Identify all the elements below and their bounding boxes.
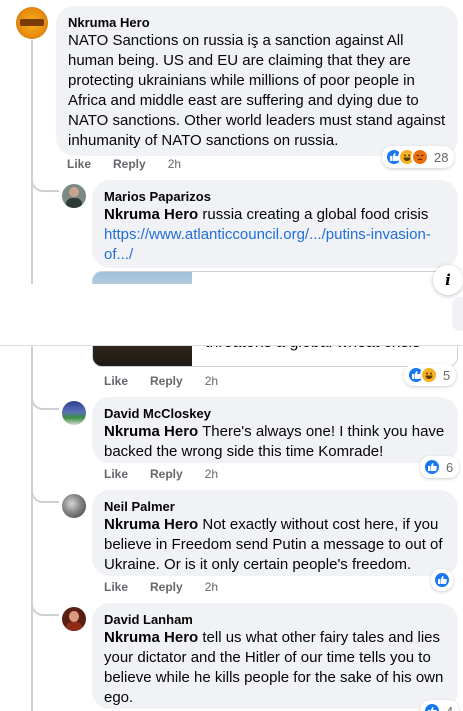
- comment-author[interactable]: Nkruma Hero: [68, 14, 446, 31]
- reply-connector: [31, 396, 59, 410]
- avatar[interactable]: [62, 607, 86, 631]
- avatar[interactable]: [62, 184, 86, 208]
- reply-link[interactable]: Reply: [150, 374, 183, 388]
- reply-text: Nkruma Hero tell us what other fairy tal…: [104, 628, 446, 708]
- reaction-summary[interactable]: 4: [420, 700, 460, 711]
- reply-text: Nkruma Hero Not exactly without cost her…: [104, 515, 446, 575]
- reaction-summary[interactable]: 6: [420, 456, 460, 478]
- like-link[interactable]: Like: [104, 580, 128, 594]
- like-link[interactable]: Like: [104, 374, 128, 388]
- info-icon[interactable]: i: [433, 265, 463, 295]
- reply-link[interactable]: Reply: [150, 467, 183, 481]
- mention-link[interactable]: Nkruma Hero: [104, 516, 198, 533]
- reply-bubble: David Lanham Nkruma Hero tell us what ot…: [92, 603, 458, 709]
- reply-author[interactable]: David Lanham: [104, 611, 446, 628]
- reply-link[interactable]: Reply: [150, 580, 183, 594]
- like-link[interactable]: Like: [104, 467, 128, 481]
- reaction-summary[interactable]: 5: [404, 364, 457, 386]
- haha-icon: [420, 366, 438, 384]
- mention-link[interactable]: Nkruma Hero: [104, 629, 198, 646]
- like-link[interactable]: Like: [67, 157, 91, 171]
- comment-text: NATO Sanctions on russia iş a sanction a…: [68, 32, 446, 149]
- reply-connector: [31, 178, 59, 192]
- reply-actions: Like Reply 2h: [104, 374, 240, 388]
- like-icon: [433, 571, 451, 589]
- reaction-summary[interactable]: 28: [382, 146, 455, 168]
- reply-actions: Like Reply 2h: [104, 580, 240, 594]
- angry-icon: [411, 148, 429, 166]
- reply-link[interactable]: Reply: [113, 157, 146, 171]
- comment-bubble: Nkruma Hero NATO Sanctions on russia iş …: [56, 6, 458, 156]
- timestamp[interactable]: 2h: [205, 374, 218, 388]
- reply-author[interactable]: Marios Paparizos: [104, 188, 446, 205]
- reaction-count: 6: [446, 459, 454, 475]
- reply-connector: [31, 602, 59, 616]
- reaction-count: 5: [443, 367, 451, 383]
- reply-bubble: David McCloskey Nkruma Hero There's alwa…: [92, 397, 458, 463]
- reply-actions: Like Reply 2h: [104, 467, 240, 481]
- comment-actions: Like Reply 2h: [67, 157, 203, 171]
- url-link[interactable]: https://www.atlanticcouncil.org/.../puti…: [104, 225, 446, 265]
- avatar[interactable]: [62, 494, 86, 518]
- avatar[interactable]: [16, 7, 48, 39]
- reply-text: Nkruma Hero There's always one! I think …: [104, 422, 446, 462]
- comment-composer-bar: [0, 284, 463, 346]
- mention-link[interactable]: Nkruma Hero: [104, 206, 198, 223]
- reply-author[interactable]: Neil Palmer: [104, 498, 446, 515]
- reply-author[interactable]: David McCloskey: [104, 405, 446, 422]
- timestamp[interactable]: 2h: [205, 467, 218, 481]
- reply-bubble: Neil Palmer Nkruma Hero Not exactly with…: [92, 490, 458, 576]
- timestamp[interactable]: 2h: [205, 580, 218, 594]
- comment-input[interactable]: [452, 297, 463, 331]
- reply-connector: [31, 489, 59, 503]
- reply-bubble: Marios Paparizos Nkruma Hero russia crea…: [92, 180, 458, 268]
- like-icon: [423, 702, 441, 711]
- like-icon: [423, 458, 441, 476]
- reaction-count: 4: [446, 703, 454, 711]
- reply-text: Nkruma Hero russia creating a global foo…: [104, 205, 446, 225]
- mention-link[interactable]: Nkruma Hero: [104, 423, 198, 440]
- avatar[interactable]: [62, 401, 86, 425]
- timestamp[interactable]: 2h: [168, 157, 181, 171]
- reaction-count: 28: [434, 149, 449, 165]
- reply-body: russia creating a global food crisis: [198, 206, 429, 223]
- reaction-summary[interactable]: [431, 569, 453, 591]
